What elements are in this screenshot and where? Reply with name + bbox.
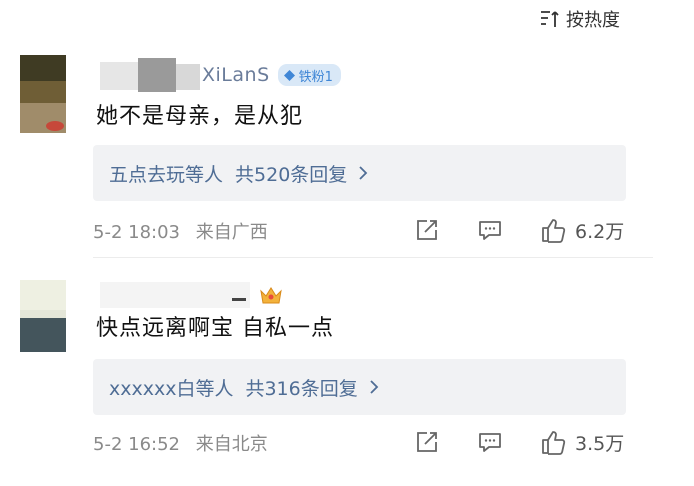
like-button[interactable]: 6.2万 [539,216,624,244]
like-count: 3.5万 [575,432,625,455]
sort-icon [541,11,559,27]
comment-icon [479,433,501,452]
thumbs-up-icon [542,431,566,455]
comment-item: 快点远离啊宝 自私一点 xxxxxx白等人 共316条回复 5-2 16:52 … [0,270,694,480]
comment-meta: 5-2 16:52 来自北京 [93,430,268,456]
view-replies-button[interactable]: 五点去玩等人 共520条回复 [93,145,626,201]
crown-icon [260,287,282,304]
comment-location: 来自广西 [195,222,268,243]
comment-location: 来自北京 [195,434,268,455]
reply-names: 五点去玩等人 [109,163,224,186]
avatar[interactable] [20,280,66,352]
reply-count: 共316条回复 [245,377,358,400]
share-button[interactable] [413,428,441,456]
blurred-name [100,58,200,92]
fan-badge-label: 铁粉1 [298,69,333,85]
comment-item: XiLanS 铁粉1 她不是母亲，是从犯 五点去玩等人 共520条回复 5-2 … [0,50,694,265]
comment-date: 5-2 18:03 [93,222,180,243]
diamond-icon [283,69,295,81]
blurred-name [100,282,250,308]
reply-button[interactable] [476,428,504,456]
comment-icon [479,221,501,240]
sort-label: 按热度 [566,10,620,31]
share-button[interactable] [413,216,441,244]
like-count: 6.2万 [575,220,625,243]
reply-names: xxxxxx白等人 [109,377,234,400]
comment-meta: 5-2 18:03 来自广西 [93,218,268,244]
view-replies-button[interactable]: xxxxxx白等人 共316条回复 [93,359,626,415]
comment-text: 快点远离啊宝 自私一点 [96,316,334,341]
author-row [100,278,284,312]
divider [93,257,653,258]
chevron-right-icon [370,380,379,394]
share-icon [417,432,437,452]
fan-badge[interactable]: 铁粉1 [277,64,341,86]
share-icon [417,220,437,240]
username[interactable]: XiLanS [202,64,270,86]
avatar[interactable] [20,55,66,133]
sort-by-hot-button[interactable]: 按热度 [540,6,620,32]
like-button[interactable]: 3.5万 [539,428,624,456]
thumbs-up-icon [542,219,566,243]
author-row: XiLanS 铁粉1 [100,58,341,92]
reply-button[interactable] [476,216,504,244]
reply-count: 共520条回复 [235,163,348,186]
chevron-right-icon [359,166,368,180]
comment-text: 她不是母亲，是从犯 [96,104,304,129]
comment-date: 5-2 16:52 [93,434,180,455]
